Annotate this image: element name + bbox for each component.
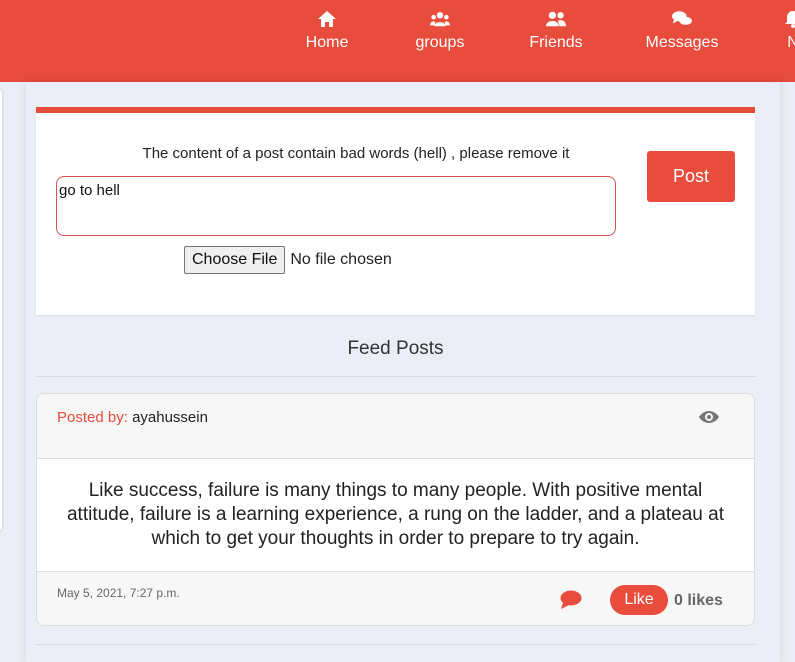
post-button[interactable]: Post bbox=[647, 151, 735, 202]
comment-icon[interactable] bbox=[560, 590, 582, 615]
top-navbar: Home groups Friends Messages N bbox=[0, 0, 795, 82]
nav-messages[interactable]: Messages bbox=[637, 10, 727, 52]
likes-count: 0 likes bbox=[674, 592, 723, 609]
post-footer: May 5, 2021, 7:27 p.m. Like 0 likes bbox=[37, 571, 754, 625]
nav-notifications-label: N bbox=[787, 34, 795, 51]
groups-icon bbox=[395, 10, 485, 30]
file-status-text: No file chosen bbox=[290, 251, 392, 268]
post-body: Like success, failure is many things to … bbox=[37, 459, 754, 571]
file-input[interactable]: Choose File No file chosen bbox=[184, 246, 392, 274]
post-content-input[interactable]: go to hell bbox=[56, 176, 616, 236]
divider bbox=[36, 376, 755, 377]
nav-messages-label: Messages bbox=[645, 34, 719, 51]
nav-friends-label: Friends bbox=[529, 34, 583, 51]
friends-icon bbox=[511, 10, 601, 30]
like-button[interactable]: Like bbox=[610, 585, 668, 615]
divider bbox=[36, 644, 755, 645]
nav-home[interactable]: Home bbox=[282, 10, 372, 52]
choose-file-button[interactable]: Choose File bbox=[184, 246, 286, 274]
nav-groups-label: groups bbox=[415, 34, 465, 51]
messages-icon bbox=[637, 10, 727, 30]
post-header: Posted by: ayahussein bbox=[37, 394, 754, 459]
nav-friends[interactable]: Friends bbox=[511, 10, 601, 52]
nav-home-label: Home bbox=[305, 34, 349, 51]
home-icon bbox=[282, 10, 372, 30]
left-sidebar-edge bbox=[0, 88, 2, 532]
bad-words-error: The content of a post contain bad words … bbox=[142, 145, 570, 162]
post-timestamp: May 5, 2021, 7:27 p.m. bbox=[57, 586, 180, 600]
bell-icon bbox=[748, 10, 795, 30]
nav-groups[interactable]: groups bbox=[395, 10, 485, 52]
eye-icon[interactable] bbox=[699, 409, 719, 430]
feed-post-card: Posted by: ayahussein Like success, fail… bbox=[36, 393, 755, 626]
post-content: Like success, failure is many things to … bbox=[66, 480, 724, 549]
feed-title: Feed Posts bbox=[347, 338, 444, 359]
nav-notifications[interactable]: N bbox=[748, 10, 795, 52]
posted-by-label: Posted by: bbox=[57, 409, 128, 426]
post-author[interactable]: ayahussein bbox=[132, 409, 208, 426]
posted-by: Posted by: ayahussein bbox=[57, 409, 208, 426]
create-post-form: The content of a post contain bad words … bbox=[36, 107, 755, 315]
